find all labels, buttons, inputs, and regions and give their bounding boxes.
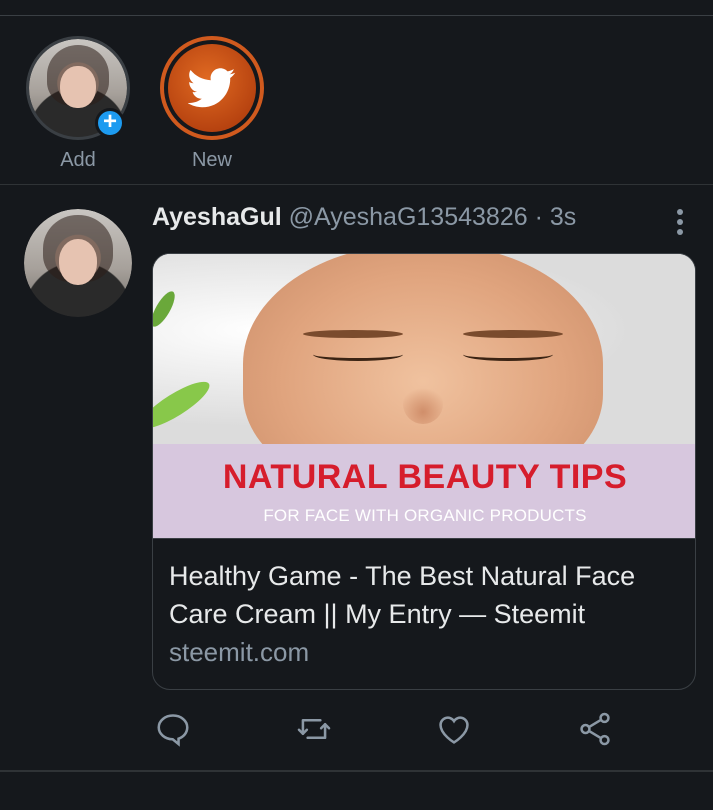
more-options-icon[interactable] (672, 207, 688, 239)
tweet[interactable]: AyeshaGul @AyeshaG13543826 · 3s NATURAL … (0, 185, 713, 771)
fleets-bar: + Add New (0, 16, 713, 185)
reply-icon[interactable] (154, 710, 192, 748)
add-fleet-plus-icon[interactable]: + (95, 108, 125, 138)
banner-title: NATURAL BEAUTY TIPS (222, 458, 628, 496)
card-body[interactable]: Healthy Game - The Best Natural Face Car… (153, 538, 695, 689)
tweet-avatar[interactable] (24, 209, 132, 317)
share-icon[interactable] (576, 710, 614, 748)
top-bar (0, 0, 713, 16)
card-title: Healthy Game - The Best Natural Face Car… (169, 561, 636, 629)
link-card[interactable]: NATURAL BEAUTY TIPS FOR FACE WITH ORGANI… (152, 253, 696, 690)
separator-dot: · (534, 203, 543, 231)
retweet-icon[interactable] (295, 710, 333, 748)
twitter-bird-icon (168, 44, 256, 132)
card-image[interactable]: NATURAL BEAUTY TIPS FOR FACE WITH ORGANI… (153, 254, 695, 538)
next-item-divider (0, 771, 713, 810)
author-handle[interactable]: @AyeshaG13543826 (289, 203, 528, 231)
card-image-banner: NATURAL BEAUTY TIPS FOR FACE WITH ORGANI… (153, 444, 695, 538)
like-icon[interactable] (435, 710, 473, 748)
tweet-actions (152, 710, 682, 752)
fleet-new-label: New (191, 149, 232, 171)
avatar (24, 209, 132, 317)
fleet-new-ring[interactable] (160, 36, 264, 140)
banner-subtitle: FOR FACE WITH ORGANIC PRODUCTS (263, 506, 587, 525)
card-domain: steemit.com (169, 637, 310, 667)
fleet-add-label: Add (60, 149, 96, 171)
tweet-time[interactable]: 3s (550, 203, 576, 231)
author-name[interactable]: AyeshaGul (152, 203, 282, 231)
tweet-header: AyeshaGul @AyeshaG13543826 · 3s (152, 203, 672, 243)
